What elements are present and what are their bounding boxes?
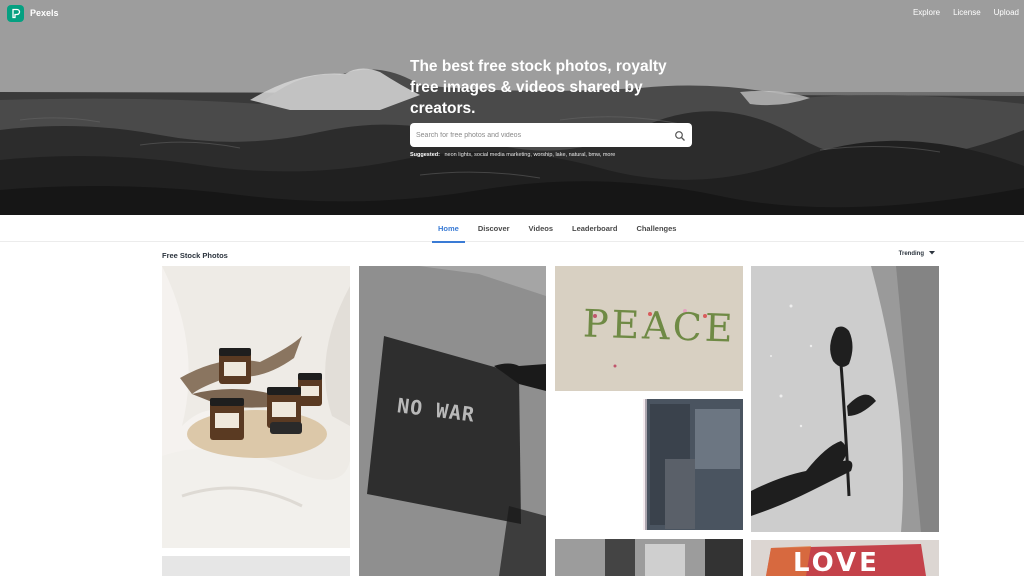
photo-caption: LOVE	[793, 548, 880, 576]
brand-name[interactable]: Pexels	[30, 8, 59, 18]
main-tabs: Home Discover Videos Leaderboard Challen…	[0, 215, 1024, 243]
hero-headline: The best free stock photos, royalty free…	[410, 58, 667, 117]
photo-card[interactable]	[751, 266, 939, 532]
photo-card[interactable]: LOVE	[751, 540, 939, 576]
suggested-keywords[interactable]: neon lights, social media marketing, wor…	[444, 152, 615, 158]
sort-dropdown[interactable]: Trending	[899, 251, 935, 257]
feed-title: Free Stock Photos	[162, 251, 228, 260]
search-input[interactable]	[416, 128, 666, 142]
photo-card[interactable]	[555, 399, 743, 530]
nav-license[interactable]: License	[953, 8, 981, 17]
nav-upload[interactable]: Upload	[994, 8, 1019, 17]
tab-leaderboard[interactable]: Leaderboard	[566, 215, 623, 242]
suggested-label: Suggested:	[410, 152, 440, 158]
tab-discover[interactable]: Discover	[472, 215, 516, 242]
search-bar	[410, 123, 692, 147]
pexels-logo-icon[interactable]	[7, 5, 24, 22]
top-navigation: Pexels Explore License Upload	[0, 0, 1024, 28]
search-icon[interactable]	[674, 129, 686, 141]
suggested-searches: Suggested: neon lights, social media mar…	[410, 152, 615, 158]
photo-card[interactable]	[555, 539, 743, 576]
photo-card[interactable]: NO WAR	[359, 266, 546, 576]
nav-explore[interactable]: Explore	[913, 8, 940, 17]
photo-caption: PEACE	[582, 301, 737, 351]
photo-card[interactable]: PEACE	[555, 266, 743, 391]
tab-challenges[interactable]: Challenges	[630, 215, 682, 242]
hero-banner: Pexels Explore License Upload The best f…	[0, 0, 1024, 215]
chevron-down-icon	[929, 251, 935, 257]
photo-card[interactable]	[162, 266, 350, 548]
photo-card[interactable]	[162, 556, 350, 576]
top-nav-links: Explore License Upload	[913, 8, 1019, 17]
tab-home[interactable]: Home	[432, 215, 465, 243]
tab-videos[interactable]: Videos	[523, 215, 559, 242]
sort-label: Trending	[898, 251, 924, 257]
